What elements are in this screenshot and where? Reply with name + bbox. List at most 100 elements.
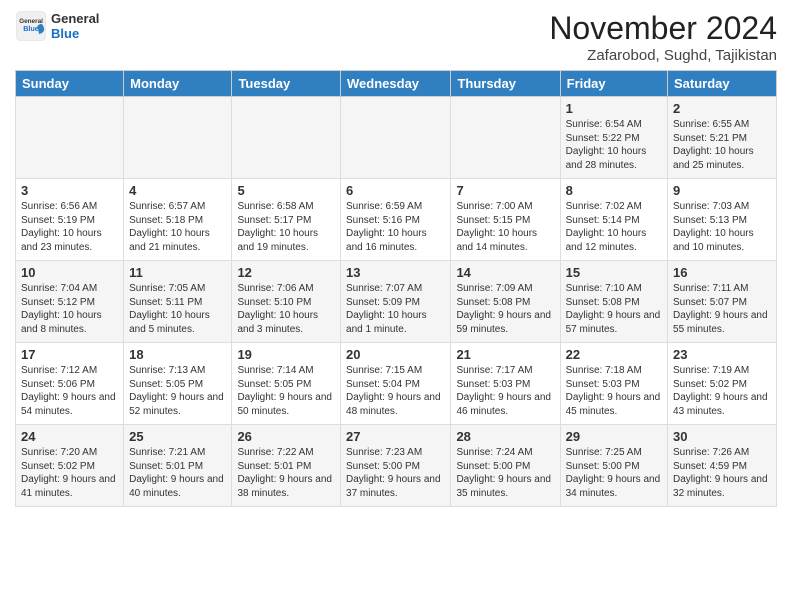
logo-icon: General Blue	[15, 10, 47, 42]
day-info: Sunrise: 7:03 AM Sunset: 5:13 PM Dayligh…	[673, 200, 771, 254]
day-info: Sunrise: 7:13 AM Sunset: 5:05 PM Dayligh…	[129, 364, 226, 418]
calendar-week-1: 1Sunrise: 6:54 AM Sunset: 5:22 PM Daylig…	[16, 97, 777, 179]
calendar-cell: 9 Sunrise: 7:03 AM Sunset: 5:13 PM Daylig…	[668, 179, 777, 261]
calendar-cell: 23Sunrise: 7:19 AM Sunset: 5:02 PM Dayli…	[668, 343, 777, 425]
calendar-cell: 3 Sunrise: 6:56 AM Sunset: 5:19 PM Daylig…	[16, 179, 124, 261]
calendar-cell: 27Sunrise: 7:23 AM Sunset: 5:00 PM Dayli…	[341, 425, 451, 507]
calendar-cell: 28 Sunrise: 7:24 AM Sunset: 5:00 PM Dayli…	[451, 425, 560, 507]
day-number: 7	[456, 183, 554, 198]
day-number: 14	[456, 265, 554, 280]
day-info: Sunrise: 7:17 AM Sunset: 5:03 PM Dayligh…	[456, 364, 554, 418]
calendar-cell	[232, 97, 341, 179]
logo-blue-text: Blue	[51, 26, 99, 41]
day-info: Sunrise: 7:11 AM Sunset: 5:07 PM Dayligh…	[673, 282, 771, 336]
day-number: 22	[566, 347, 662, 362]
day-number: 6	[346, 183, 445, 198]
calendar-cell: 15Sunrise: 7:10 AM Sunset: 5:08 PM Dayli…	[560, 261, 667, 343]
calendar-cell: 12 Sunrise: 7:06 AM Sunset: 5:10 PM Dayli…	[232, 261, 341, 343]
day-info: Sunrise: 7:22 AM Sunset: 5:01 PM Dayligh…	[237, 446, 335, 500]
header-monday: Monday	[124, 71, 232, 97]
day-info: Sunrise: 7:02 AM Sunset: 5:14 PM Dayligh…	[566, 200, 662, 254]
day-info: Sunrise: 7:14 AM Sunset: 5:05 PM Dayligh…	[237, 364, 335, 418]
day-info: Sunrise: 6:55 AM Sunset: 5:21 PM Dayligh…	[673, 118, 771, 172]
day-info: Sunrise: 7:24 AM Sunset: 5:00 PM Dayligh…	[456, 446, 554, 500]
day-info: Sunrise: 7:23 AM Sunset: 5:00 PM Dayligh…	[346, 446, 445, 500]
calendar-cell: 25 Sunrise: 7:21 AM Sunset: 5:01 PM Dayli…	[124, 425, 232, 507]
calendar-cell: 6 Sunrise: 6:59 AM Sunset: 5:16 PM Daylig…	[341, 179, 451, 261]
calendar-cell: 17Sunrise: 7:12 AM Sunset: 5:06 PM Dayli…	[16, 343, 124, 425]
day-number: 12	[237, 265, 335, 280]
calendar-cell: 19 Sunrise: 7:14 AM Sunset: 5:05 PM Dayli…	[232, 343, 341, 425]
day-number: 29	[566, 429, 662, 444]
day-info: Sunrise: 7:04 AM Sunset: 5:12 PM Dayligh…	[21, 282, 118, 336]
calendar-cell: 10 Sunrise: 7:04 AM Sunset: 5:12 PM Dayli…	[16, 261, 124, 343]
day-info: Sunrise: 6:57 AM Sunset: 5:18 PM Dayligh…	[129, 200, 226, 254]
logo-general-text: General	[51, 11, 99, 26]
calendar-cell	[341, 97, 451, 179]
calendar-week-3: 10 Sunrise: 7:04 AM Sunset: 5:12 PM Dayli…	[16, 261, 777, 343]
day-info: Sunrise: 6:56 AM Sunset: 5:19 PM Dayligh…	[21, 200, 118, 254]
day-number: 21	[456, 347, 554, 362]
calendar-cell: 8 Sunrise: 7:02 AM Sunset: 5:14 PM Daylig…	[560, 179, 667, 261]
day-number: 19	[237, 347, 335, 362]
day-info: Sunrise: 7:20 AM Sunset: 5:02 PM Dayligh…	[21, 446, 118, 500]
calendar-cell: 13 Sunrise: 7:07 AM Sunset: 5:09 PM Dayli…	[341, 261, 451, 343]
calendar-cell: 24 Sunrise: 7:20 AM Sunset: 5:02 PM Dayli…	[16, 425, 124, 507]
calendar-header-row: SundayMondayTuesdayWednesdayThursdayFrid…	[16, 71, 777, 97]
day-number: 8	[566, 183, 662, 198]
calendar-cell: 30Sunrise: 7:26 AM Sunset: 4:59 PM Dayli…	[668, 425, 777, 507]
header-tuesday: Tuesday	[232, 71, 341, 97]
day-number: 10	[21, 265, 118, 280]
day-number: 20	[346, 347, 445, 362]
calendar-cell	[451, 97, 560, 179]
calendar-cell: 7 Sunrise: 7:00 AM Sunset: 5:15 PM Daylig…	[451, 179, 560, 261]
day-number: 30	[673, 429, 771, 444]
day-info: Sunrise: 7:21 AM Sunset: 5:01 PM Dayligh…	[129, 446, 226, 500]
day-info: Sunrise: 7:07 AM Sunset: 5:09 PM Dayligh…	[346, 282, 445, 336]
day-info: Sunrise: 7:09 AM Sunset: 5:08 PM Dayligh…	[456, 282, 554, 336]
day-number: 17	[21, 347, 118, 362]
title-block: November 2024 Zafarobod, Sughd, Tajikist…	[549, 10, 777, 64]
day-number: 3	[21, 183, 118, 198]
header-saturday: Saturday	[668, 71, 777, 97]
day-number: 1	[566, 101, 662, 116]
calendar-cell: 18 Sunrise: 7:13 AM Sunset: 5:05 PM Dayli…	[124, 343, 232, 425]
calendar-week-4: 17Sunrise: 7:12 AM Sunset: 5:06 PM Dayli…	[16, 343, 777, 425]
header-thursday: Thursday	[451, 71, 560, 97]
day-number: 24	[21, 429, 118, 444]
calendar-cell: 22 Sunrise: 7:18 AM Sunset: 5:03 PM Dayli…	[560, 343, 667, 425]
day-info: Sunrise: 7:25 AM Sunset: 5:00 PM Dayligh…	[566, 446, 662, 500]
day-info: Sunrise: 7:06 AM Sunset: 5:10 PM Dayligh…	[237, 282, 335, 336]
day-info: Sunrise: 7:15 AM Sunset: 5:04 PM Dayligh…	[346, 364, 445, 418]
day-number: 15	[566, 265, 662, 280]
calendar-cell: 16 Sunrise: 7:11 AM Sunset: 5:07 PM Dayli…	[668, 261, 777, 343]
day-info: Sunrise: 7:19 AM Sunset: 5:02 PM Dayligh…	[673, 364, 771, 418]
calendar-cell: 21 Sunrise: 7:17 AM Sunset: 5:03 PM Dayli…	[451, 343, 560, 425]
header-friday: Friday	[560, 71, 667, 97]
location: Zafarobod, Sughd, Tajikistan	[549, 47, 777, 64]
day-number: 9	[673, 183, 771, 198]
day-number: 16	[673, 265, 771, 280]
day-number: 25	[129, 429, 226, 444]
calendar-cell: 14 Sunrise: 7:09 AM Sunset: 5:08 PM Dayli…	[451, 261, 560, 343]
day-info: Sunrise: 6:58 AM Sunset: 5:17 PM Dayligh…	[237, 200, 335, 254]
svg-text:Blue: Blue	[23, 24, 39, 33]
calendar-cell	[124, 97, 232, 179]
calendar-cell: 4Sunrise: 6:57 AM Sunset: 5:18 PM Daylig…	[124, 179, 232, 261]
day-number: 18	[129, 347, 226, 362]
day-number: 13	[346, 265, 445, 280]
day-info: Sunrise: 7:18 AM Sunset: 5:03 PM Dayligh…	[566, 364, 662, 418]
day-info: Sunrise: 7:05 AM Sunset: 5:11 PM Dayligh…	[129, 282, 226, 336]
calendar-table: SundayMondayTuesdayWednesdayThursdayFrid…	[15, 70, 777, 507]
day-number: 11	[129, 265, 226, 280]
day-info: Sunrise: 7:00 AM Sunset: 5:15 PM Dayligh…	[456, 200, 554, 254]
day-info: Sunrise: 6:59 AM Sunset: 5:16 PM Dayligh…	[346, 200, 445, 254]
month-title: November 2024	[549, 10, 777, 47]
calendar-cell: 5Sunrise: 6:58 AM Sunset: 5:17 PM Daylig…	[232, 179, 341, 261]
header-sunday: Sunday	[16, 71, 124, 97]
calendar-cell: 26Sunrise: 7:22 AM Sunset: 5:01 PM Dayli…	[232, 425, 341, 507]
header-wednesday: Wednesday	[341, 71, 451, 97]
day-number: 2	[673, 101, 771, 116]
day-number: 28	[456, 429, 554, 444]
calendar-cell: 11 Sunrise: 7:05 AM Sunset: 5:11 PM Dayli…	[124, 261, 232, 343]
